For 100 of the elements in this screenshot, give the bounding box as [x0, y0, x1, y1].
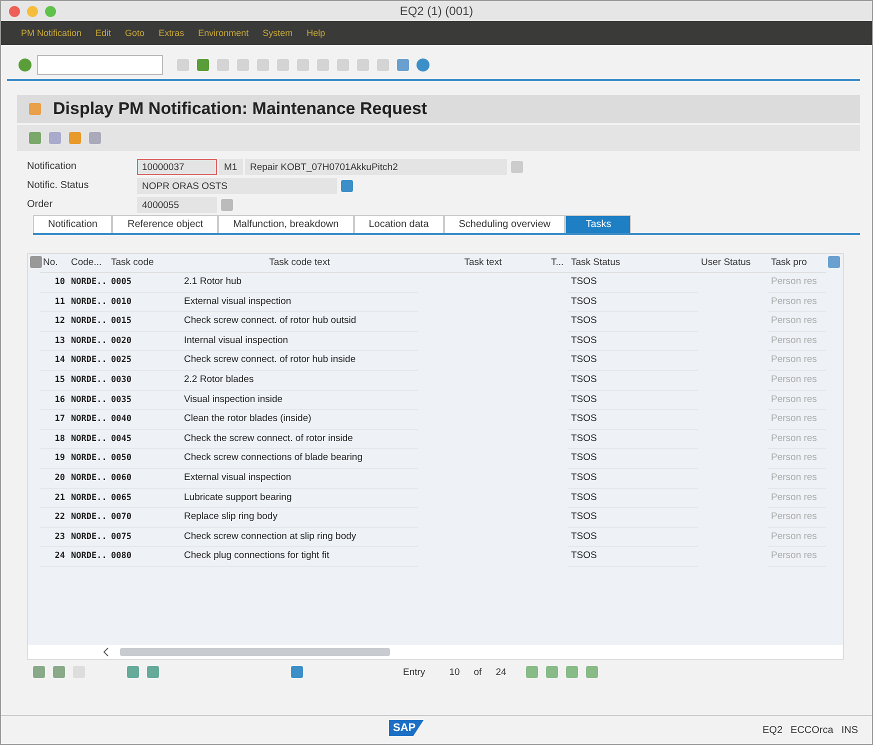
column-header[interactable]: Task text — [418, 254, 548, 273]
table-cell: 0030 — [108, 370, 181, 391]
tab[interactable]: Tasks — [565, 215, 632, 233]
table-cell: TSOS — [568, 528, 698, 548]
column-header[interactable]: No. — [40, 254, 68, 273]
table-cell: NORDE.. — [68, 332, 108, 352]
table-cell: TSOS — [568, 273, 698, 293]
table-cell: Check screw connect. of rotor hub inside — [181, 351, 418, 371]
table-cell: 15 — [40, 370, 68, 391]
table-cell: 0065 — [108, 488, 181, 508]
tab[interactable]: Reference object — [112, 215, 218, 233]
table-cell: Person res — [768, 312, 826, 332]
table-cell: 0020 — [108, 332, 181, 352]
zoom-icon[interactable] — [45, 6, 56, 16]
minimize-icon[interactable] — [27, 6, 38, 16]
table-cell: NORDE.. — [68, 351, 108, 371]
table-cell: 24 — [40, 547, 68, 567]
table-cell: 13 — [40, 332, 68, 352]
status-field[interactable]: NOPR ORAS OSTS — [137, 178, 337, 194]
table-cell: 0045 — [108, 430, 181, 450]
table-cell: Person res — [768, 292, 826, 312]
table-cell: TSOS — [568, 292, 698, 312]
table-cell: Person res — [768, 528, 826, 548]
table-cell: 0010 — [108, 292, 181, 312]
close-icon[interactable] — [9, 6, 20, 16]
command-field[interactable] — [37, 55, 163, 75]
system-name: EQ2 — [762, 724, 783, 736]
description-field[interactable]: Repair KOBT_07H0701AkkuPitch2 — [245, 159, 507, 175]
column-header[interactable]: T... — [548, 254, 568, 273]
column-header[interactable]: Task pro — [768, 254, 826, 273]
scrollbar[interactable] — [120, 648, 390, 656]
table-cell: TSOS — [568, 468, 698, 489]
column-header[interactable]: Code... — [68, 254, 108, 273]
table-cell: NORDE.. — [68, 508, 108, 528]
entry-total: 24 — [496, 666, 506, 678]
table-cell: 23 — [40, 528, 68, 548]
table-cell: TSOS — [568, 332, 698, 352]
table-cell: Check the screw connect. of rotor inside — [181, 430, 418, 450]
table-cell: Person res — [768, 351, 826, 371]
table-cell: NORDE.. — [68, 370, 108, 391]
table-cell: NORDE.. — [68, 547, 108, 567]
table-cell: Person res — [768, 547, 826, 567]
entry-of: of — [474, 666, 482, 678]
tab[interactable]: Scheduling overview — [444, 215, 566, 233]
menu-item[interactable]: Help — [306, 28, 326, 38]
tab[interactable]: Location data — [354, 215, 444, 233]
table-cell: External visual inspection — [181, 468, 418, 489]
client-name: ECCOrca — [790, 724, 834, 736]
tab[interactable]: Malfunction, breakdown — [218, 215, 354, 233]
menu-item[interactable]: Goto — [125, 28, 145, 38]
table-cell: TSOS — [568, 312, 698, 332]
table-cell: Person res — [768, 390, 826, 410]
table-cell: External visual inspection — [181, 292, 418, 312]
notification-field[interactable]: 10000037 — [137, 159, 217, 175]
table-cell: 20 — [40, 468, 68, 489]
column-header[interactable]: Task Status — [568, 254, 698, 273]
table-cell: 21 — [40, 488, 68, 508]
field-label: Notification — [27, 160, 78, 174]
table-cell: 0060 — [108, 468, 181, 489]
table-cell: Person res — [768, 370, 826, 391]
table-cell: NORDE.. — [68, 430, 108, 450]
field-label: Order — [27, 198, 54, 212]
menu-item[interactable]: Environment — [198, 28, 249, 38]
table-cell: 12 — [40, 312, 68, 332]
table-cell: 14 — [40, 351, 68, 371]
menu-item[interactable]: Edit — [96, 28, 112, 38]
table-cell: Check plug connections for tight fit — [181, 547, 418, 567]
table-cell: 0075 — [108, 528, 181, 548]
menu-item[interactable]: System — [262, 28, 293, 38]
table-cell: TSOS — [568, 390, 698, 410]
table-cell: 0035 — [108, 390, 181, 410]
table-cell: 18 — [40, 430, 68, 450]
field-label: Notific. Status — [27, 179, 90, 193]
table-cell: NORDE.. — [68, 488, 108, 508]
table-cell: 10 — [40, 273, 68, 293]
column-header[interactable]: User Status — [698, 254, 768, 273]
table-cell: Visual inspection inside — [181, 390, 418, 410]
table-cell: 0025 — [108, 351, 181, 371]
table-cell: Person res — [768, 468, 826, 489]
table-cell: Internal visual inspection — [181, 332, 418, 352]
type-field[interactable]: M1 — [219, 159, 243, 175]
order-field[interactable]: 4000055 — [137, 197, 217, 213]
table-cell: NORDE.. — [68, 468, 108, 489]
menu-item[interactable]: Extras — [158, 28, 184, 38]
table-cell: 0040 — [108, 410, 181, 430]
entry-number: 10 — [449, 666, 460, 678]
table-cell: Person res — [768, 508, 826, 528]
table-cell: TSOS — [568, 430, 698, 450]
table-cell: Replace slip ring body — [181, 508, 418, 528]
table-cell: Person res — [768, 332, 826, 352]
column-header[interactable]: Task code — [108, 254, 181, 273]
column-header[interactable]: Task code text — [181, 254, 418, 273]
table-cell: 0015 — [108, 312, 181, 332]
table-cell: 0080 — [108, 547, 181, 567]
table-cell: Check screw connect. of rotor hub outsid — [181, 312, 418, 332]
table-cell: TSOS — [568, 508, 698, 528]
menu-item[interactable]: PM Notification — [21, 28, 82, 38]
input-mode: INS — [841, 724, 858, 736]
tab[interactable]: Notification — [33, 215, 112, 233]
table-cell: NORDE.. — [68, 273, 108, 293]
